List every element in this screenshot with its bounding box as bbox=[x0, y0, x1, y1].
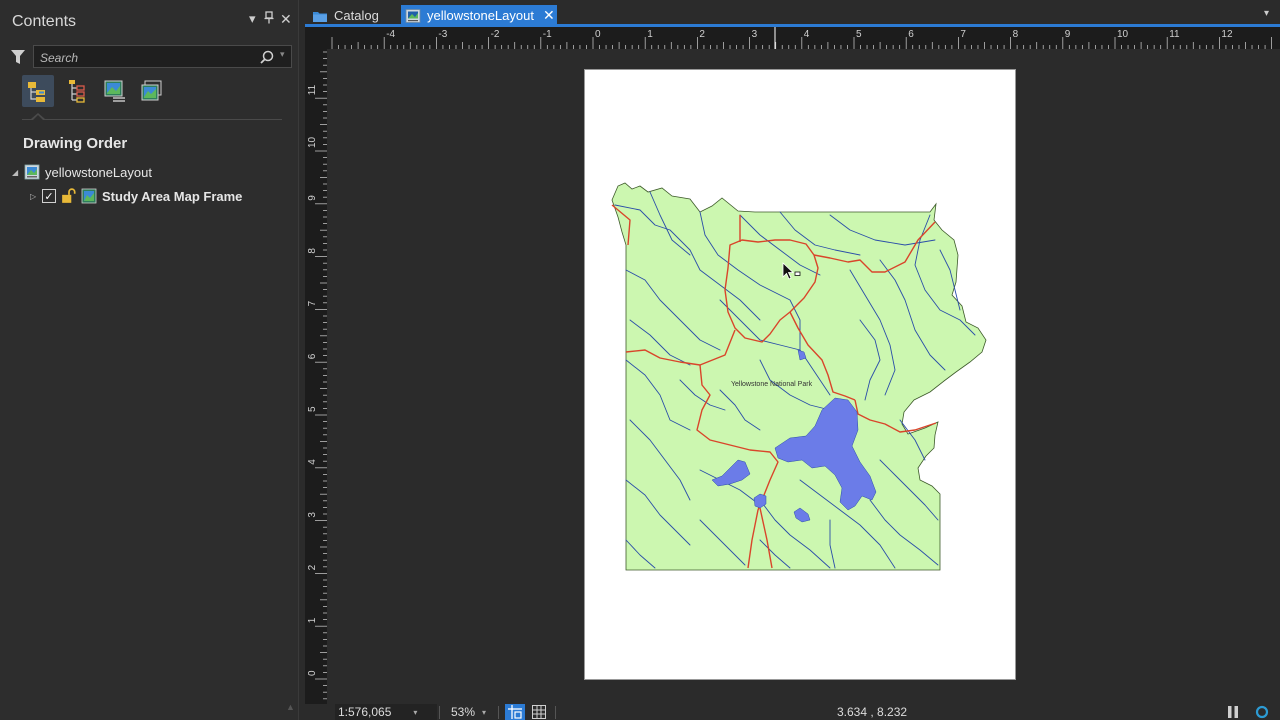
view-tabs-divider bbox=[22, 119, 282, 120]
tree-item-map-frame[interactable]: ▷ ✓ Study Area Map Frame bbox=[30, 186, 242, 206]
guides-icon bbox=[508, 705, 522, 719]
ruler-label: 8 bbox=[307, 248, 318, 254]
chevron-down-icon: ▾ bbox=[413, 707, 418, 717]
tab-layout-label: yellowstoneLayout bbox=[427, 8, 534, 23]
visibility-checkbox[interactable]: ✓ bbox=[42, 189, 56, 203]
ruler-label: -4 bbox=[386, 29, 395, 40]
ruler-label: 0 bbox=[307, 670, 318, 676]
tree-item-layout[interactable]: ◢ yellowstoneLayout bbox=[12, 162, 152, 182]
ruler-label: 9 bbox=[307, 195, 318, 201]
layout-icon bbox=[405, 8, 421, 23]
ruler-label: 10 bbox=[1117, 29, 1129, 40]
ruler-label: 12 bbox=[1221, 29, 1233, 40]
ruler-corner bbox=[305, 27, 327, 49]
ruler-label: 0 bbox=[595, 29, 601, 40]
refresh-icon[interactable] bbox=[1255, 705, 1269, 719]
search-input[interactable] bbox=[38, 48, 257, 67]
status-bar: 1:576,065 ▾ 53% ▾ 3.634 , 8.232 bbox=[305, 704, 1280, 720]
ruler-label: -3 bbox=[438, 29, 447, 40]
map-frame-icon bbox=[81, 188, 97, 204]
close-pane-icon[interactable]: ✕ bbox=[280, 11, 292, 28]
pin-icon[interactable] bbox=[264, 11, 274, 27]
list-by-selection-button[interactable] bbox=[61, 75, 93, 107]
zoom-dropdown[interactable]: 53% ▾ bbox=[451, 704, 497, 720]
study-area-map-frame[interactable] bbox=[600, 180, 1000, 580]
map-frame-name: Study Area Map Frame bbox=[102, 188, 243, 204]
unlock-icon[interactable] bbox=[61, 188, 77, 204]
ruler-label: -2 bbox=[491, 29, 500, 40]
ruler-label: 5 bbox=[856, 29, 862, 40]
ruler-label: 4 bbox=[804, 29, 810, 40]
close-tab-icon[interactable]: ✕ bbox=[543, 7, 555, 24]
search-icon[interactable] bbox=[260, 50, 274, 64]
ruler-label: 2 bbox=[307, 564, 318, 570]
ruler-label: 2 bbox=[699, 29, 705, 40]
pause-drawing-icon[interactable] bbox=[1226, 705, 1240, 719]
vertical-ruler[interactable]: 11109876543210 bbox=[305, 49, 327, 705]
list-by-editing-icon bbox=[104, 80, 125, 102]
horizontal-ruler[interactable]: -4 -3 -2 -1 0 1 2 3 4 5 6 7 8 9 10 11 12 bbox=[327, 27, 1273, 49]
cursor-coordinates: 3.634 , 8.232 bbox=[837, 705, 908, 719]
list-by-selection-icon bbox=[69, 80, 85, 103]
drawing-order-heading: Drawing Order bbox=[23, 135, 128, 152]
mouse-cursor-icon bbox=[782, 262, 801, 280]
guides-toggle-button[interactable] bbox=[505, 704, 525, 720]
zoom-value: 53% bbox=[451, 705, 476, 719]
tab-catalog[interactable]: Catalog bbox=[308, 5, 379, 26]
ruler-label: 5 bbox=[307, 406, 318, 412]
tab-overflow-icon[interactable]: ▾ bbox=[1264, 8, 1269, 19]
tab-yellowstone-layout[interactable]: yellowstoneLayout ✕ bbox=[401, 5, 557, 26]
ruler-label: 11 bbox=[1169, 29, 1180, 40]
search-box: ▾ bbox=[33, 45, 292, 68]
list-by-drawing-order-icon bbox=[28, 82, 45, 102]
catalog-icon bbox=[313, 11, 327, 22]
ruler-label: -1 bbox=[543, 29, 552, 40]
search-options-caret[interactable]: ▾ bbox=[280, 49, 285, 60]
ruler-label: 6 bbox=[307, 353, 318, 359]
list-by-drawing-order-button[interactable] bbox=[22, 75, 54, 107]
pane-title: Contents bbox=[12, 13, 77, 30]
list-by-editing-button[interactable] bbox=[99, 75, 131, 107]
ruler-label: 7 bbox=[307, 300, 318, 306]
ruler-label: 6 bbox=[908, 29, 914, 40]
contents-pane: Contents ▾ ✕ ▾ bbox=[0, 0, 299, 720]
tab-catalog-label: Catalog bbox=[334, 8, 379, 23]
ruler-label: 8 bbox=[1013, 29, 1019, 40]
scroll-up-icon[interactable]: ▲ bbox=[286, 702, 295, 712]
ruler-label: 9 bbox=[1065, 29, 1071, 40]
ruler-label: 4 bbox=[307, 459, 318, 465]
list-by-snapping-button[interactable] bbox=[136, 75, 168, 107]
ruler-label: 1 bbox=[307, 617, 318, 623]
pane-menu-icon[interactable]: ▾ bbox=[249, 11, 256, 27]
ruler-label: 11 bbox=[307, 84, 318, 95]
ruler-label: 10 bbox=[307, 136, 318, 148]
expand-arrow-icon[interactable]: ▷ bbox=[30, 192, 42, 201]
scale-dropdown[interactable]: 1:576,065 ▾ bbox=[335, 704, 437, 720]
collapse-arrow-icon[interactable]: ◢ bbox=[12, 168, 24, 177]
grid-icon[interactable] bbox=[532, 705, 546, 719]
ruler-label: 3 bbox=[307, 512, 318, 518]
ruler-label: 3 bbox=[752, 29, 758, 40]
chevron-down-icon: ▾ bbox=[482, 707, 487, 717]
filter-icon[interactable] bbox=[11, 49, 25, 65]
ruler-label: 1 bbox=[647, 29, 653, 40]
scale-value: 1:576,065 bbox=[338, 705, 392, 719]
layout-name: yellowstoneLayout bbox=[45, 164, 152, 180]
park-label: Yellowstone National Park bbox=[731, 381, 813, 388]
ruler-label: 7 bbox=[960, 29, 966, 40]
list-by-snapping-icon bbox=[141, 80, 162, 101]
layout-icon bbox=[24, 164, 40, 180]
